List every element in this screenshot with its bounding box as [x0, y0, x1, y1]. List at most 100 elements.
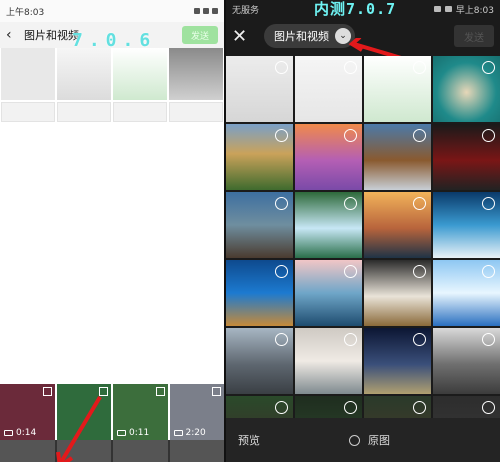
photo-thumbnail[interactable]	[433, 192, 500, 258]
video-row: 0:14 0:11 2:20	[0, 384, 224, 440]
photo-thumbnail[interactable]	[226, 56, 293, 122]
thumbnail[interactable]	[169, 102, 223, 122]
select-circle[interactable]	[482, 333, 495, 346]
video-icon	[4, 430, 13, 436]
select-checkbox[interactable]	[99, 387, 108, 396]
photo-thumbnail[interactable]	[433, 260, 500, 326]
top-bar: ✕ 图片和视频 ⌄ 发送	[226, 18, 500, 65]
select-circle[interactable]	[275, 61, 288, 74]
status-bar: 无服务 内测7.0.7 早上8:03	[226, 0, 500, 18]
select-circle[interactable]	[344, 333, 357, 346]
status-carrier: 无服务	[232, 5, 260, 16]
preview-button[interactable]: 预览	[238, 432, 260, 448]
photo-thumbnail[interactable]	[433, 56, 500, 122]
radio-icon	[349, 434, 360, 446]
video-thumbnail[interactable]: 0:14	[0, 384, 55, 440]
album-selector[interactable]: 图片和视频 ⌄	[264, 24, 355, 48]
thumbnail[interactable]	[113, 440, 168, 462]
select-circle[interactable]	[413, 265, 426, 278]
select-circle[interactable]	[413, 129, 426, 142]
thumbnail-row	[0, 48, 224, 100]
video-icon	[117, 430, 126, 436]
video-icon	[173, 430, 183, 436]
thumbnail[interactable]	[57, 102, 111, 122]
select-circle[interactable]	[344, 265, 357, 278]
album-label: 图片和视频	[274, 30, 329, 43]
select-circle[interactable]	[344, 197, 357, 210]
photo-thumbnail[interactable]	[364, 328, 431, 394]
select-circle[interactable]	[344, 129, 357, 142]
select-circle[interactable]	[344, 61, 357, 74]
select-circle[interactable]	[344, 401, 357, 414]
photo-thumbnail[interactable]	[226, 260, 293, 326]
photo-thumbnail[interactable]	[433, 328, 500, 394]
select-circle[interactable]	[413, 401, 426, 414]
photo-grid	[226, 56, 500, 462]
version-watermark: 内测7.0.7	[314, 0, 397, 18]
photo-thumbnail[interactable]	[364, 192, 431, 258]
back-icon[interactable]: ‹	[6, 27, 20, 43]
thumbnail[interactable]	[1, 48, 55, 100]
video-duration: 0:11	[129, 428, 150, 438]
photo-thumbnail[interactable]	[226, 124, 293, 190]
photo-thumbnail[interactable]	[364, 56, 431, 122]
left-phone-screen: 上午8:03 ‹ 图片和视频 发送 7.0.6 0:14 0:11 2:20	[0, 0, 224, 462]
thumbnail-row	[0, 440, 224, 462]
select-circle[interactable]	[413, 61, 426, 74]
send-button[interactable]: 发送	[182, 26, 218, 44]
select-circle[interactable]	[482, 61, 495, 74]
photo-thumbnail[interactable]	[226, 328, 293, 394]
send-button[interactable]: 发送	[454, 25, 494, 47]
thumbnail[interactable]	[56, 440, 111, 462]
select-circle[interactable]	[275, 197, 288, 210]
select-circle[interactable]	[482, 265, 495, 278]
thumbnail-row	[0, 100, 224, 124]
video-duration: 0:14	[16, 428, 37, 438]
select-circle[interactable]	[482, 401, 495, 414]
photo-thumbnail[interactable]	[295, 328, 362, 394]
photo-thumbnail[interactable]	[295, 56, 362, 122]
photo-thumbnail[interactable]	[364, 260, 431, 326]
battery-icon	[212, 8, 218, 14]
select-checkbox[interactable]	[155, 387, 165, 396]
status-icons: 早上8:03	[433, 3, 494, 16]
thumbnail[interactable]	[1, 102, 55, 122]
photo-thumbnail[interactable]	[295, 124, 362, 190]
select-checkbox[interactable]	[212, 387, 221, 396]
video-duration: 2:20	[185, 428, 206, 438]
video-thumbnail[interactable]: 2:20	[169, 384, 224, 440]
select-circle[interactable]	[275, 265, 288, 278]
select-circle[interactable]	[275, 333, 288, 346]
right-phone-screen: 无服务 内测7.0.7 早上8:03 ✕ 图片和视频 ⌄ 发送 预览 原图	[226, 0, 500, 462]
photo-thumbnail[interactable]	[226, 192, 293, 258]
thumbnail[interactable]	[0, 440, 55, 462]
select-circle[interactable]	[413, 333, 426, 346]
select-circle[interactable]	[482, 197, 495, 210]
select-circle[interactable]	[275, 129, 288, 142]
status-time: 早上8:03	[455, 5, 494, 16]
photo-thumbnail[interactable]	[295, 192, 362, 258]
original-label: 原图	[368, 434, 390, 447]
thumbnail[interactable]	[169, 440, 224, 462]
signal-icon	[194, 8, 200, 14]
select-checkbox[interactable]	[42, 387, 52, 396]
original-toggle[interactable]: 原图	[349, 432, 390, 448]
video-thumbnail[interactable]	[56, 384, 111, 440]
select-circle[interactable]	[482, 129, 495, 142]
page-title: 图片和视频	[24, 29, 79, 42]
thumbnail[interactable]	[113, 102, 167, 122]
wifi-icon	[433, 6, 441, 12]
thumbnail[interactable]	[113, 48, 167, 100]
video-thumbnail[interactable]: 0:11	[113, 384, 168, 440]
select-circle[interactable]	[413, 197, 426, 210]
photo-thumbnail[interactable]	[433, 124, 500, 190]
thumbnail[interactable]	[57, 48, 111, 100]
thumbnail[interactable]	[169, 48, 223, 100]
close-icon[interactable]: ✕	[232, 26, 258, 47]
battery-icon	[444, 6, 452, 12]
select-circle[interactable]	[275, 401, 288, 414]
chevron-down-icon: ⌄	[335, 28, 351, 44]
status-icons	[194, 8, 218, 14]
photo-thumbnail[interactable]	[295, 260, 362, 326]
photo-thumbnail[interactable]	[364, 124, 431, 190]
